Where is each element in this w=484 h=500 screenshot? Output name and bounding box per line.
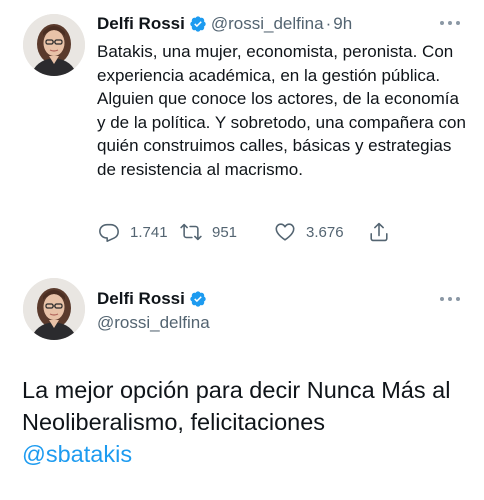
tweet-header: Delfi Rossi @rossi_delfina · 9h [97,12,464,36]
tweet-header: Delfi Rossi [97,288,211,310]
reply-button[interactable]: 1.741 [98,221,180,243]
like-button[interactable]: 3.676 [274,221,368,243]
avatar[interactable] [23,278,85,340]
share-button[interactable] [368,221,390,243]
dot-separator: · [325,14,332,33]
reply-count: 1.741 [130,223,168,241]
author-handle[interactable]: @rossi_delfina [211,14,324,34]
timestamp[interactable]: 9h [333,14,352,34]
author-name[interactable]: Delfi Rossi [97,289,185,309]
retweet-count: 951 [212,223,238,241]
author-handle[interactable]: @rossi_delfina [97,313,210,333]
tweet-text: Batakis, una mujer, economista, peronist… [97,42,466,179]
like-count: 3.676 [306,223,344,241]
share-icon [370,222,388,242]
tweet-text: La mejor opción para decir Nunca Más al … [22,374,472,470]
retweet-icon [180,223,202,241]
verified-badge-icon [189,15,207,33]
tweet-text-body: La mejor opción para decir Nunca Más al … [22,377,451,435]
retweet-button[interactable]: 951 [180,221,274,243]
mention-link[interactable]: @sbatakis [22,441,132,467]
more-icon[interactable] [438,18,462,28]
avatar[interactable] [23,14,85,76]
reply-icon [99,223,119,242]
verified-badge-icon [189,290,207,308]
like-icon [275,223,295,241]
tweet-actions: 1.741 951 3.676 [98,219,408,245]
more-icon[interactable] [438,294,462,304]
author-name[interactable]: Delfi Rossi [97,14,185,34]
